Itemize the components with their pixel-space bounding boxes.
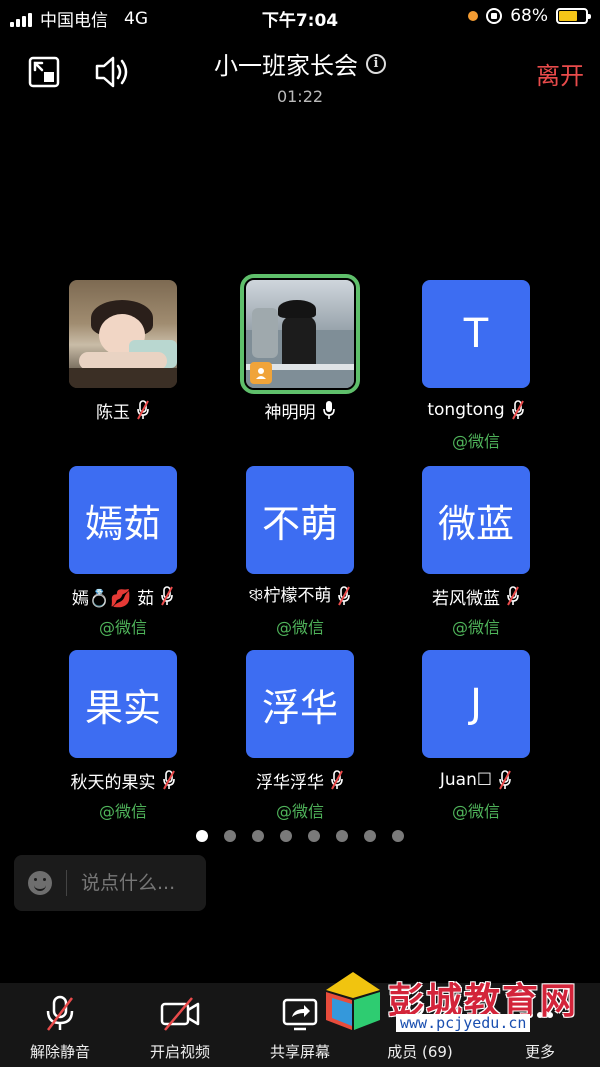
participant-tile[interactable]: 嫣茹 嫣💍💋 茹 @微信 [33, 466, 213, 638]
mic-in-use-indicator [468, 11, 479, 21]
battery-percent: 68% [510, 6, 548, 26]
avatar: T [422, 280, 530, 388]
mic-muted-icon [161, 586, 174, 606]
more-label: 更多 [524, 1043, 555, 1061]
mic-muted-icon [511, 400, 524, 420]
avatar: J [422, 650, 530, 758]
page-dot[interactable] [252, 830, 264, 842]
wechat-source-label: @微信 [451, 618, 500, 637]
mic-muted-icon [46, 995, 74, 1031]
participant-tile[interactable]: T tongtong @微信 [386, 280, 566, 452]
page-dot[interactable] [224, 830, 236, 842]
participant-name: 浮华浮华 [256, 772, 324, 793]
leave-button[interactable]: 离开 [536, 56, 584, 91]
watermark-url: www.pcjyedu.cn [396, 1014, 531, 1032]
wechat-source-label: @微信 [451, 432, 500, 451]
wechat-source-label: @微信 [275, 802, 324, 821]
site-watermark: 彭城教育网 www.pcjyedu.cn [318, 968, 598, 1038]
participant-name: 秋天的果实 [70, 772, 156, 793]
participant-tile[interactable]: 浮华 浮华浮华 @微信 [210, 650, 390, 822]
share-screen-icon [282, 998, 318, 1031]
wechat-source-label: @微信 [275, 618, 324, 637]
start-video-label: 开启视频 [149, 1043, 210, 1061]
host-badge-icon [250, 362, 272, 384]
book-logo-icon [326, 972, 380, 1030]
avatar: 浮华 [246, 650, 354, 758]
meeting-timer: 01:22 [276, 87, 324, 106]
page-dot[interactable] [196, 830, 208, 842]
emoji-icon[interactable] [28, 871, 52, 895]
mic-muted-icon [331, 770, 343, 790]
mic-on-icon [322, 401, 335, 419]
avatar: 微蓝 [422, 466, 530, 574]
avatar: 不萌 [246, 466, 354, 574]
share-screen-label: 共享屏幕 [269, 1043, 330, 1061]
participant-name-suffix: 茹 [137, 588, 155, 609]
wechat-source-label: @微信 [451, 802, 500, 821]
avatar: 嫣茹 [69, 466, 177, 574]
participant-name: Juan☐ [439, 770, 493, 790]
participant-tile[interactable]: 果实 秋天的果实 @微信 [33, 650, 213, 822]
participant-name: tongtong [427, 400, 505, 420]
participant-tile[interactable]: J Juan☐ @微信 [386, 650, 566, 822]
chat-input[interactable] [81, 872, 201, 894]
participant-tile[interactable]: 微蓝 若风微蓝 @微信 [386, 466, 566, 638]
participant-tile[interactable]: 神明明 [210, 274, 390, 423]
info-icon[interactable]: i [366, 53, 386, 74]
page-dot[interactable] [364, 830, 376, 842]
mic-muted-icon [338, 586, 351, 606]
divider [66, 870, 67, 896]
wechat-source-label: @微信 [98, 802, 147, 821]
mic-muted-icon [499, 770, 511, 790]
participant-name: 陈玉 [96, 402, 130, 423]
page-dot[interactable] [280, 830, 292, 842]
battery-icon [556, 8, 591, 24]
page-dot[interactable] [392, 830, 404, 842]
participant-name: 嫣💍💋 [71, 588, 132, 609]
avatar: 果实 [69, 650, 177, 758]
start-video-button[interactable]: 开启视频 [120, 983, 240, 1067]
mic-muted-icon [162, 770, 175, 790]
participant-name: ঞ্চ柠檬不萌 [248, 586, 332, 606]
members-label: 成员 (69) [387, 1043, 453, 1061]
unmute-label: 解除静音 [29, 1043, 90, 1061]
meeting-title: 小一班家长会 [214, 52, 358, 80]
avatar [69, 280, 177, 388]
participant-tile[interactable]: 陈玉 [33, 280, 213, 423]
page-indicator[interactable] [0, 830, 600, 842]
avatar [240, 274, 360, 394]
wechat-source-label: @微信 [98, 618, 147, 637]
participant-name: 神明明 [264, 402, 316, 423]
chat-box[interactable] [14, 855, 206, 911]
page-dot[interactable] [336, 830, 348, 842]
unmute-button[interactable]: 解除静音 [0, 983, 120, 1067]
mic-muted-icon [137, 400, 149, 420]
page-dot[interactable] [308, 830, 320, 842]
video-off-icon [160, 997, 200, 1031]
meeting-header: 小一班家长会 i 01:22 [0, 46, 600, 106]
status-bar: 中国电信 4G 下午7:04 68% [0, 0, 600, 34]
participant-tile[interactable]: 不萌 ঞ্চ柠檬不萌 @微信 [210, 466, 390, 638]
rotation-lock-icon [486, 8, 503, 24]
participant-name: 若风微蓝 [432, 588, 500, 609]
mic-muted-icon [507, 586, 519, 606]
